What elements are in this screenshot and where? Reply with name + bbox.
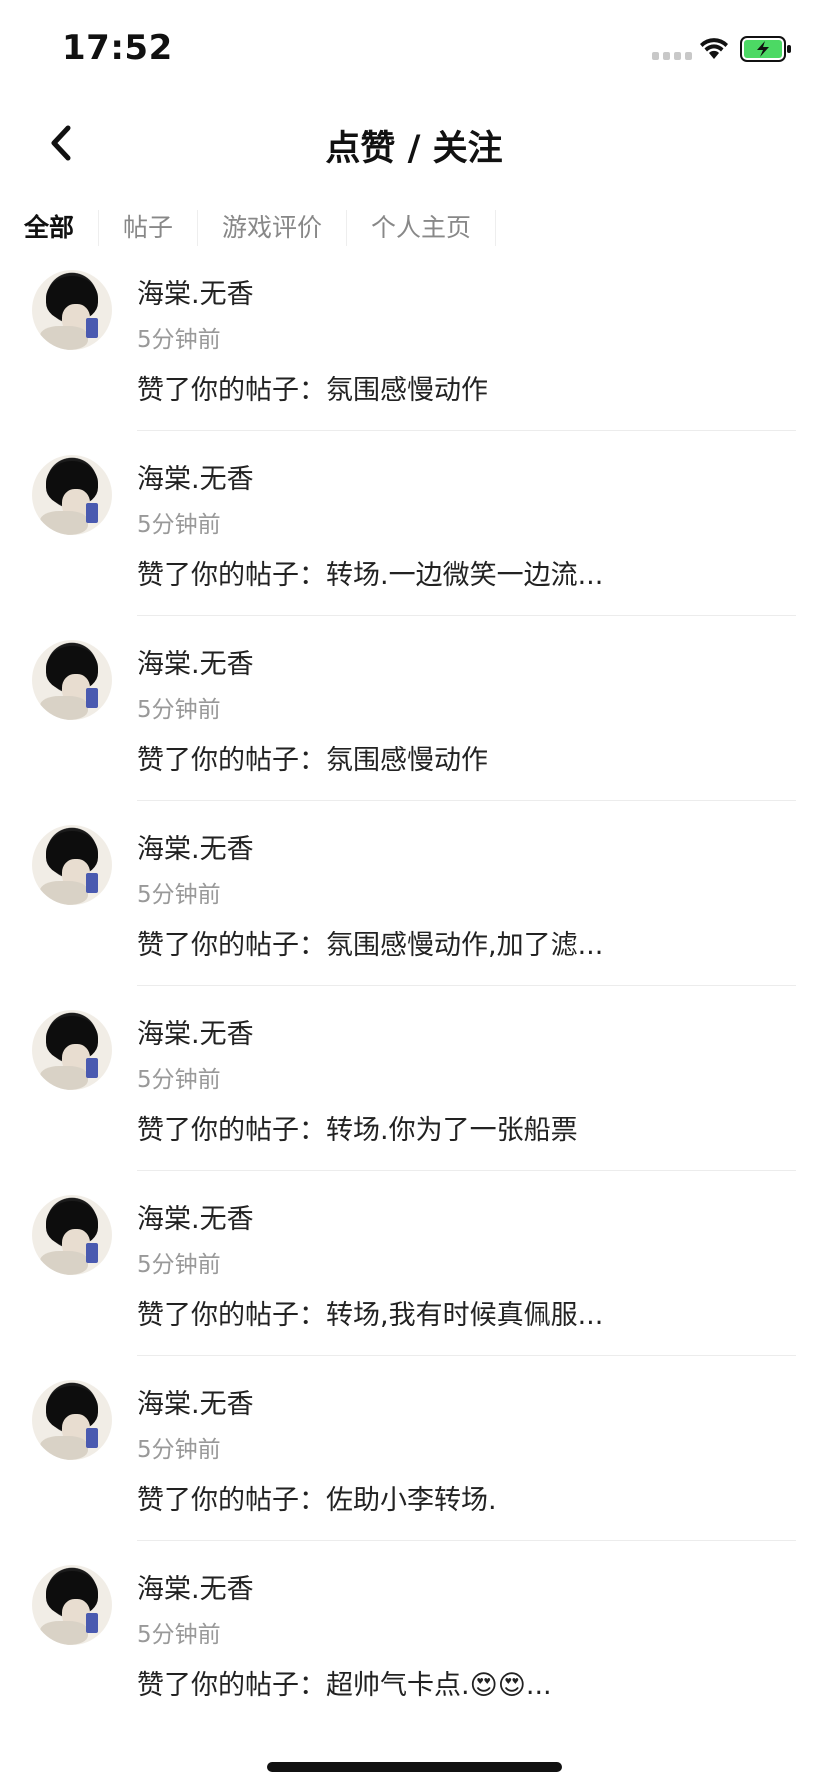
avatar[interactable] — [32, 270, 112, 350]
navigation-bar: 点赞 / 关注 — [0, 100, 828, 190]
divider — [137, 615, 796, 616]
user-name[interactable]: 海棠.无香 — [137, 272, 254, 311]
timestamp: 5分钟前 — [137, 1622, 221, 1648]
timestamp: 5分钟前 — [137, 1067, 221, 1093]
user-name[interactable]: 海棠.无香 — [137, 642, 254, 681]
notification-list: 海棠.无香 5分钟前 赞了你的帖子：氛围感慢动作 海棠.无香 5分钟前 赞了你的… — [0, 262, 828, 1742]
notification-text: 赞了你的帖子：氛围感慢动作 — [137, 375, 488, 406]
notification-text: 赞了你的帖子：超帅气卡点.😍😍... — [137, 1670, 552, 1701]
page-title: 点赞 / 关注 — [325, 129, 503, 169]
divider — [137, 430, 796, 431]
notification-text: 赞了你的帖子：转场,我有时候真佩服... — [137, 1300, 604, 1331]
list-item[interactable]: 海棠.无香 5分钟前 赞了你的帖子：佐助小李转场. — [0, 1372, 828, 1557]
list-item[interactable]: 海棠.无香 5分钟前 赞了你的帖子：氛围感慢动作,加了滤... — [0, 817, 828, 1002]
list-item[interactable]: 海棠.无香 5分钟前 赞了你的帖子：转场.一边微笑一边流... — [0, 447, 828, 632]
notification-text: 赞了你的帖子：转场.一边微笑一边流... — [137, 560, 604, 591]
status-bar: 17:52 — [0, 0, 828, 100]
wifi-icon — [700, 38, 728, 59]
user-name[interactable]: 海棠.无香 — [137, 1382, 254, 1421]
user-name[interactable]: 海棠.无香 — [137, 457, 254, 496]
list-item[interactable]: 海棠.无香 5分钟前 赞了你的帖子：氛围感慢动作 — [0, 262, 828, 447]
user-name[interactable]: 海棠.无香 — [137, 1012, 254, 1051]
list-item[interactable]: 海棠.无香 5分钟前 赞了你的帖子：转场.你为了一张船票 — [0, 1002, 828, 1187]
divider — [137, 1170, 796, 1171]
timestamp: 5分钟前 — [137, 512, 221, 538]
tab-game-reviews[interactable]: 游戏评价 — [198, 210, 348, 246]
avatar[interactable] — [32, 1010, 112, 1090]
avatar[interactable] — [32, 455, 112, 535]
battery-charging-icon — [740, 36, 791, 62]
divider — [137, 985, 796, 986]
notification-text: 赞了你的帖子：氛围感慢动作,加了滤... — [137, 930, 604, 961]
user-name[interactable]: 海棠.无香 — [137, 1567, 254, 1606]
avatar[interactable] — [32, 1565, 112, 1645]
user-name[interactable]: 海棠.无香 — [137, 827, 254, 866]
status-time: 17:52 — [62, 28, 173, 68]
list-item[interactable]: 海棠.无香 5分钟前 赞了你的帖子：氛围感慢动作 — [0, 632, 828, 817]
divider — [137, 800, 796, 801]
timestamp: 5分钟前 — [137, 882, 221, 908]
list-item[interactable]: 海棠.无香 5分钟前 赞了你的帖子：超帅气卡点.😍😍... — [0, 1557, 828, 1742]
cellular-signal-icon — [652, 52, 692, 60]
tab-profile[interactable]: 个人主页 — [347, 210, 497, 246]
avatar[interactable] — [32, 1380, 112, 1460]
timestamp: 5分钟前 — [137, 1437, 221, 1463]
tab-posts[interactable]: 帖子 — [99, 210, 199, 246]
timestamp: 5分钟前 — [137, 697, 221, 723]
notification-text: 赞了你的帖子：转场.你为了一张船票 — [137, 1115, 578, 1146]
home-indicator[interactable] — [267, 1762, 562, 1772]
tab-all[interactable]: 全部 — [0, 210, 100, 246]
avatar[interactable] — [32, 825, 112, 905]
avatar[interactable] — [32, 640, 112, 720]
timestamp: 5分钟前 — [137, 327, 221, 353]
notification-text: 赞了你的帖子：氛围感慢动作 — [137, 745, 488, 776]
divider — [137, 1355, 796, 1356]
notification-text: 赞了你的帖子：佐助小李转场. — [137, 1485, 497, 1516]
avatar[interactable] — [32, 1195, 112, 1275]
list-item[interactable]: 海棠.无香 5分钟前 赞了你的帖子：转场,我有时候真佩服... — [0, 1187, 828, 1372]
user-name[interactable]: 海棠.无香 — [137, 1197, 254, 1236]
divider — [137, 1540, 796, 1541]
filter-tabs: 全部 帖子 游戏评价 个人主页 — [0, 203, 828, 253]
timestamp: 5分钟前 — [137, 1252, 221, 1278]
